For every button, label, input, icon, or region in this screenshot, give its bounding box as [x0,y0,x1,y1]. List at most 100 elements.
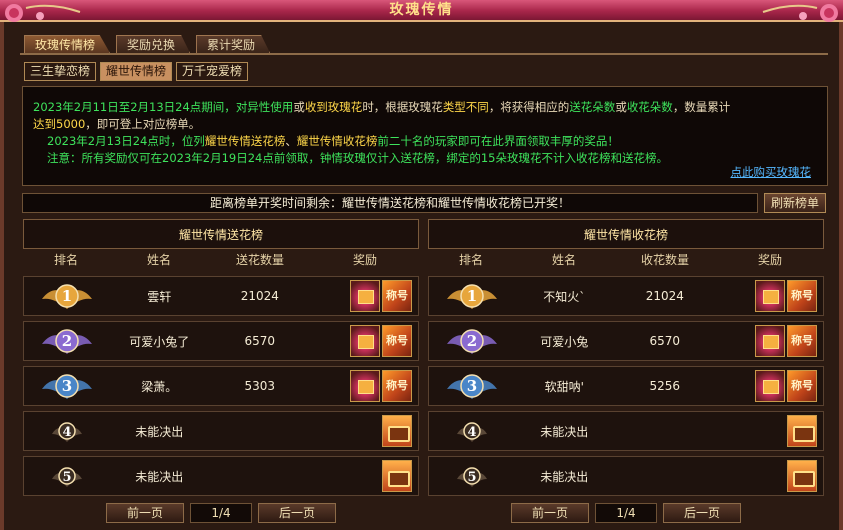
player-name: 软甜呐' [544,379,584,394]
gift-box-icon[interactable] [350,325,381,357]
send-flower-board: 耀世传情送花榜 排名 姓名 送花数量 奖励 1 雲轩 21024 称号 2 可爱小兔了 65… [23,219,419,530]
pager: 前一页 1/4 后一页 [428,503,824,523]
notice-line-3: 2023年2月13日24点时，位列耀世传情送花榜、耀世传情收花榜前二十名的玩家即… [47,134,619,148]
leaderboard-row: 3 软甜呐' 5256 称号 [428,366,824,406]
pager: 前一页 1/4 后一页 [23,503,419,523]
leaderboard-row: 4 未能决出 [23,411,419,451]
rank-badge-icon: 5 [51,467,82,487]
reward-cell: 称号 [716,280,823,312]
reward-cell [311,460,418,492]
countdown-banner: 距离榜单开奖时间剩余：耀世传情送花榜和耀世传情收花榜已开奖！ [22,193,758,213]
page-indicator: 1/4 [595,503,657,523]
reward-cell [716,460,823,492]
svg-text:4: 4 [62,425,71,440]
rank-cell: 2 [429,322,515,360]
svg-text:5: 5 [467,470,476,485]
subtab-eternal-love[interactable]: 三生挚恋榜 [24,62,97,81]
title-book-icon[interactable]: 称号 [382,325,413,357]
refresh-button[interactable]: 刷新榜单 [764,193,826,213]
rank-badge-icon: 2 [41,329,92,354]
svg-text:3: 3 [62,377,72,395]
rank-cell: 3 [429,367,515,405]
buy-roses-link[interactable]: 点此购买玫瑰花 [731,164,812,181]
title-book-icon[interactable]: 称号 [787,280,818,312]
flower-count: 21024 [240,289,279,303]
treasure-chest-icon[interactable] [382,460,413,492]
notice-line-4: 注意：所有奖励仅可在2023年2月19日24点前领取，钟情玫瑰仅计入送花榜，绑定… [47,151,668,165]
treasure-chest-icon[interactable] [787,460,818,492]
reward-cell [716,415,823,447]
player-name: 未能决出 [540,424,589,439]
board-header: 排名 姓名 收花数量 奖励 [458,253,782,267]
rose-ornament-icon [762,4,838,22]
treasure-chest-icon[interactable] [382,415,413,447]
rank-badge-icon: 4 [456,422,487,442]
rank-badge-icon: 4 [51,422,82,442]
rank-badge-icon: 5 [456,467,487,487]
leaderboard-row: 2 可爱小兔了 6570 称号 [23,321,419,361]
leaderboard-row: 5 未能决出 [428,456,824,496]
page-indicator: 1/4 [190,503,252,523]
reward-cell [311,415,418,447]
next-page-button[interactable]: 后一页 [663,503,741,523]
tab-cumulative-reward[interactable]: 累计奖励 [196,35,271,53]
gift-box-icon[interactable] [755,325,786,357]
title-book-icon[interactable]: 称号 [787,325,818,357]
treasure-chest-icon[interactable] [787,415,818,447]
svg-text:3: 3 [467,377,477,395]
divider [20,53,828,55]
reward-cell: 称号 [311,280,418,312]
rank-badge-icon: 1 [446,284,497,309]
svg-text:1: 1 [62,287,72,305]
rank-cell: 1 [429,277,515,315]
player-name: 雲轩 [147,289,172,304]
gift-box-icon[interactable] [755,280,786,312]
rank-badge-icon: 3 [41,374,92,399]
prev-page-button[interactable]: 前一页 [106,503,184,523]
rank-badge-icon: 3 [446,374,497,399]
sub-tabs: 三生挚恋榜 耀世传情榜 万千宠爱榜 [24,62,249,81]
leaderboard-row: 1 雲轩 21024 称号 [23,276,419,316]
notice-line-1: 2023年2月11日至2月13日24点期间，对异性使用或收到玫瑰花时，根据玫瑰花… [33,100,731,114]
reward-cell: 称号 [716,325,823,357]
svg-text:2: 2 [62,332,72,350]
notice-line-2: 达到5000，即可登上对应榜单。 [33,117,201,131]
player-name: 可爱小兔了 [129,334,190,349]
flower-count: 6570 [244,334,276,348]
flower-count: 5303 [244,379,276,393]
prev-page-button[interactable]: 前一页 [511,503,589,523]
event-notice: 2023年2月11日至2月13日24点期间，对异性使用或收到玫瑰花时，根据玫瑰花… [22,86,828,186]
title-book-icon[interactable]: 称号 [382,370,413,402]
rank-cell: 3 [24,367,110,405]
subtab-glory-board[interactable]: 耀世传情榜 [100,62,173,81]
flower-count: 5256 [649,379,681,393]
title-book-icon[interactable]: 称号 [787,370,818,402]
rank-cell: 4 [429,412,515,450]
reward-cell: 称号 [311,325,418,357]
rank-cell: 1 [24,277,110,315]
svg-text:4: 4 [467,425,476,440]
rank-badge-icon: 2 [446,329,497,354]
reward-cell: 称号 [311,370,418,402]
next-page-button[interactable]: 后一页 [258,503,336,523]
leaderboard-row: 3 梁萧。 5303 称号 [23,366,419,406]
tab-reward-exchange[interactable]: 奖励兑换 [116,35,191,53]
main-tabs: 玫瑰传情榜 奖励兑换 累计奖励 [24,35,271,53]
player-name: 不知火` [543,289,586,304]
player-name: 梁萧。 [141,379,178,394]
gift-box-icon[interactable] [755,370,786,402]
title-book-icon[interactable]: 称号 [382,280,413,312]
svg-text:2: 2 [467,332,477,350]
rank-cell: 5 [24,457,110,495]
svg-text:1: 1 [467,287,477,305]
gift-box-icon[interactable] [350,370,381,402]
leaderboard-row: 2 可爱小兔 6570 称号 [428,321,824,361]
board-header: 排名 姓名 送花数量 奖励 [53,253,377,267]
window-title: 玫瑰传情 [389,2,454,18]
gift-box-icon[interactable] [350,280,381,312]
rank-cell: 4 [24,412,110,450]
flower-count: 6570 [649,334,681,348]
tab-rose-board[interactable]: 玫瑰传情榜 [24,35,111,53]
reward-cell: 称号 [716,370,823,402]
subtab-beloved-board[interactable]: 万千宠爱榜 [176,62,249,81]
